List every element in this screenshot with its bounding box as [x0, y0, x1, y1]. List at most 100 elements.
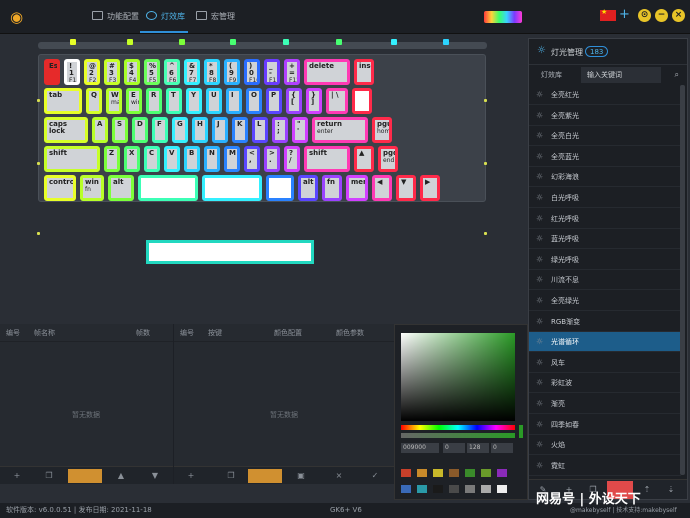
key[interactable]: ? /: [284, 146, 300, 172]
key[interactable]: ^ 6 F6: [164, 59, 180, 85]
key[interactable]: I: [226, 88, 242, 114]
effect-item[interactable]: 全亮红光: [529, 85, 681, 105]
key[interactable]: shift: [304, 146, 350, 172]
key[interactable]: H: [192, 117, 208, 143]
key[interactable]: @ 2 F2: [84, 59, 100, 85]
key[interactable]: alt: [298, 175, 318, 201]
blue-input[interactable]: 0: [491, 443, 513, 453]
preset-swatch[interactable]: [433, 469, 443, 477]
key[interactable]: Esc: [44, 59, 60, 85]
key[interactable]: pgdnend: [378, 146, 398, 172]
key[interactable]: V: [164, 146, 180, 172]
key[interactable]: < ,: [244, 146, 260, 172]
key[interactable]: Wmac: [106, 88, 122, 114]
spacebar-extra-key[interactable]: [146, 240, 314, 264]
saturation-area[interactable]: [401, 333, 515, 421]
tab-function-config[interactable]: 功能配置: [92, 10, 139, 24]
tab-macro-manage[interactable]: 宏管理: [196, 10, 235, 24]
key[interactable]: [352, 88, 372, 114]
key[interactable]: pguphome: [372, 117, 392, 143]
preset-swatch[interactable]: [449, 485, 459, 493]
preset-swatch[interactable]: [481, 485, 491, 493]
save-icon[interactable]: ▣: [296, 471, 306, 481]
key[interactable]: delete: [304, 59, 350, 85]
key[interactable]: & 7 F7: [184, 59, 200, 85]
effect-item[interactable]: 火焰: [529, 435, 681, 456]
tab-effect-library[interactable]: 灯效库: [535, 67, 568, 83]
key[interactable]: C: [144, 146, 160, 172]
preset-swatch[interactable]: [449, 469, 459, 477]
effect-item[interactable]: 全亮绿光: [529, 291, 681, 311]
search-input[interactable]: 输入关键词: [581, 67, 661, 83]
add-icon[interactable]: +: [12, 471, 22, 481]
key[interactable]: Ewin: [126, 88, 142, 114]
key[interactable]: win fn: [80, 175, 104, 201]
active-frame-button[interactable]: [68, 469, 102, 483]
effect-item[interactable]: 霓虹: [529, 456, 681, 476]
move-down-icon[interactable]: ▼: [150, 471, 160, 481]
preset-swatch[interactable]: [417, 469, 427, 477]
hex-input[interactable]: 009000: [401, 443, 439, 453]
key[interactable]: return enter: [312, 117, 368, 143]
key[interactable]: fn: [322, 175, 342, 201]
key[interactable]: B: [184, 146, 200, 172]
key[interactable]: + = F12: [284, 59, 300, 85]
effect-item[interactable]: RGB渐变: [529, 312, 681, 332]
keyboard-thumbnail[interactable]: [484, 11, 522, 23]
key[interactable]: N: [204, 146, 220, 172]
effect-item[interactable]: 全亮紫光: [529, 106, 681, 126]
effect-item[interactable]: 全亮白光: [529, 126, 681, 147]
key[interactable]: ! 1 F1: [64, 59, 80, 85]
effect-list-scrollbar[interactable]: [680, 85, 685, 475]
key[interactable]: L: [252, 117, 268, 143]
key[interactable]: X: [124, 146, 140, 172]
preset-swatch[interactable]: [465, 469, 475, 477]
green-input[interactable]: 128: [467, 443, 489, 453]
key[interactable]: " ': [292, 117, 308, 143]
key[interactable]: T: [166, 88, 182, 114]
key[interactable]: > .: [264, 146, 280, 172]
key[interactable]: * 8 F8: [204, 59, 220, 85]
effect-item[interactable]: 彩虹波: [529, 373, 681, 394]
effect-item[interactable]: 光谱循环: [529, 332, 681, 353]
key[interactable]: A: [92, 117, 108, 143]
key[interactable]: | \: [326, 88, 348, 114]
key[interactable]: : ;: [272, 117, 288, 143]
key[interactable]: [266, 175, 294, 201]
key[interactable]: $ 4 F4: [124, 59, 140, 85]
key[interactable]: ◀: [372, 175, 392, 201]
hue-slider[interactable]: [401, 425, 515, 430]
key[interactable]: Y: [186, 88, 202, 114]
key[interactable]: alt: [108, 175, 134, 201]
preset-swatch[interactable]: [497, 469, 507, 477]
effect-item[interactable]: 幻彩海浪: [529, 167, 681, 188]
key[interactable]: Q: [86, 88, 102, 114]
settings-icon[interactable]: ⊙: [638, 9, 651, 22]
confirm-icon[interactable]: ✓: [370, 471, 380, 481]
key[interactable]: P: [266, 88, 282, 114]
key[interactable]: J: [212, 117, 228, 143]
red-input[interactable]: 0: [443, 443, 465, 453]
key[interactable]: ) 0 F10: [244, 59, 260, 85]
key[interactable]: D: [132, 117, 148, 143]
effect-item[interactable]: 川流不息: [529, 270, 681, 291]
move-up-icon[interactable]: ▲: [116, 471, 126, 481]
key[interactable]: K: [232, 117, 248, 143]
effect-item[interactable]: 渐亮: [529, 394, 681, 414]
key[interactable]: ▲: [354, 146, 374, 172]
effect-item[interactable]: 全亮蓝光: [529, 147, 681, 167]
import-icon[interactable]: ⇡: [641, 484, 653, 496]
copy-icon[interactable]: ❐: [44, 471, 54, 481]
preset-swatch[interactable]: [497, 485, 507, 493]
effect-item[interactable]: 红光呼吸: [529, 209, 681, 229]
preset-swatch[interactable]: [433, 485, 443, 493]
key[interactable]: control: [44, 175, 76, 201]
china-flag-icon[interactable]: [600, 8, 616, 21]
key[interactable]: S: [112, 117, 128, 143]
key[interactable]: ▶: [420, 175, 440, 201]
preset-swatch[interactable]: [465, 485, 475, 493]
key[interactable]: ▼: [396, 175, 416, 201]
key[interactable]: } ]: [306, 88, 322, 114]
preset-swatch[interactable]: [481, 469, 491, 477]
effect-item[interactable]: 绿光呼吸: [529, 250, 681, 270]
